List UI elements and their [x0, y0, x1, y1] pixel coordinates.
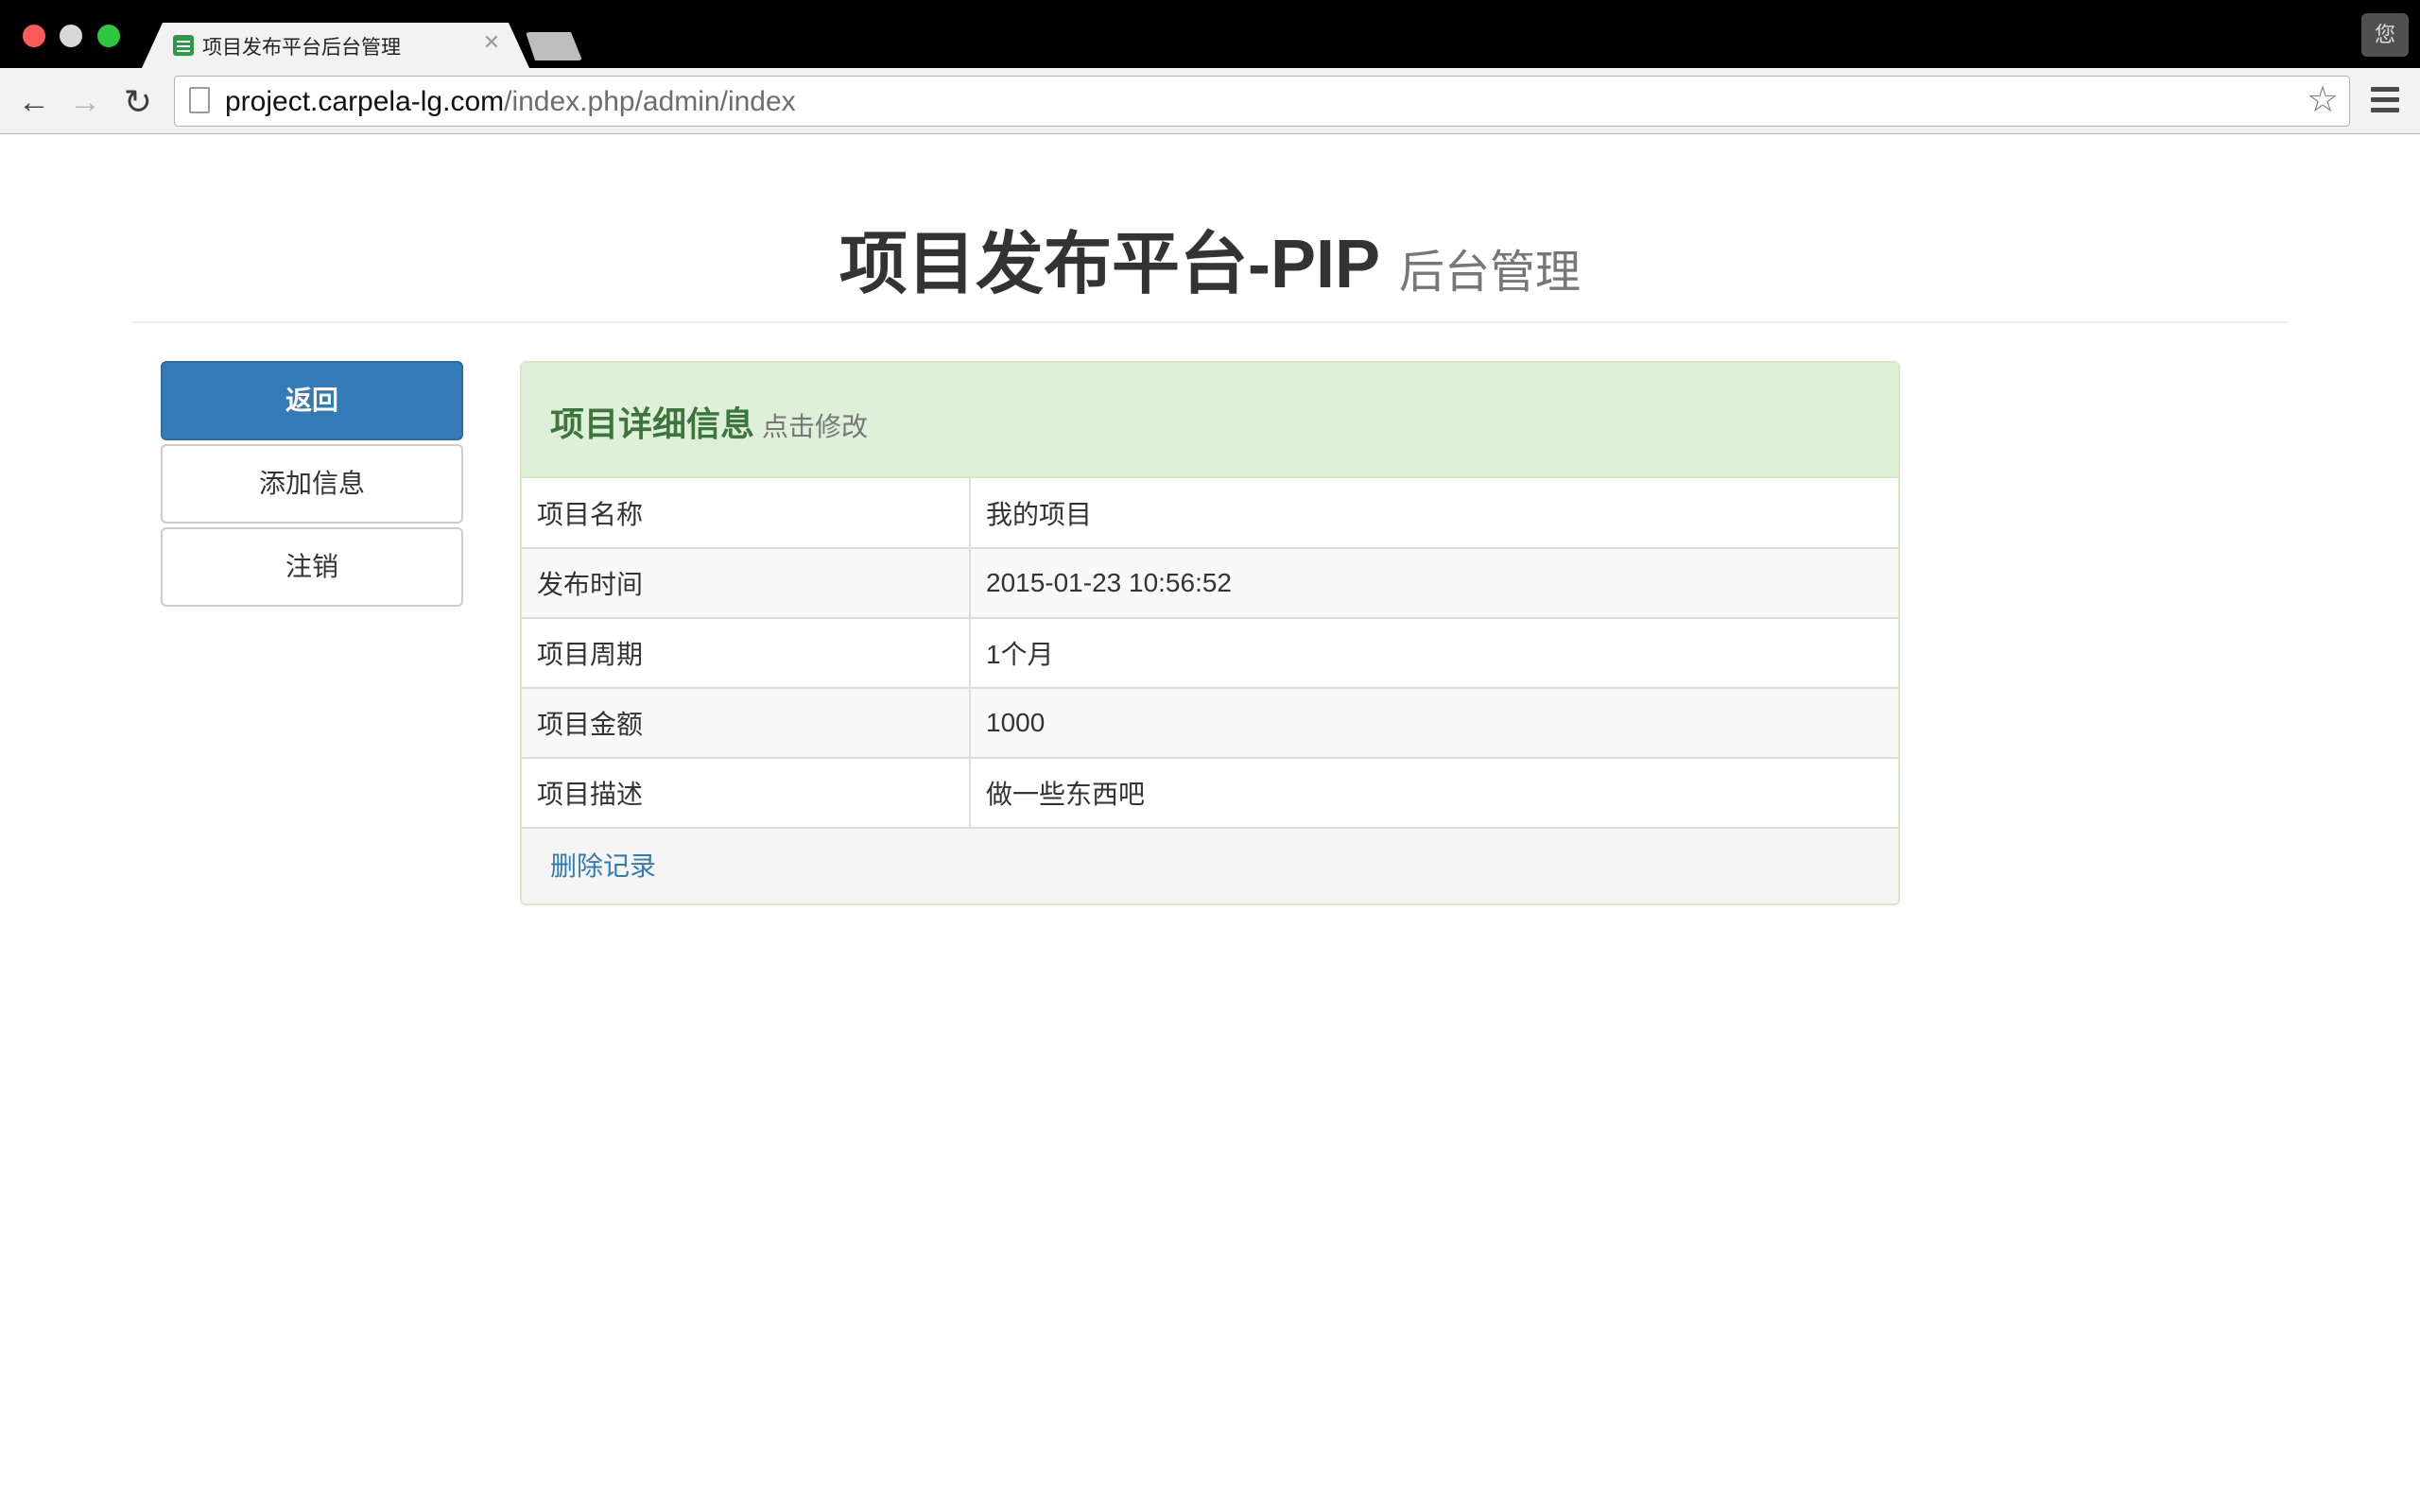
add-info-button[interactable]: 添加信息 [161, 444, 463, 524]
row-key: 项目周期 [522, 618, 971, 689]
tab-title: 项目发布平台后台管理 [202, 37, 401, 59]
delete-record-link[interactable]: 删除记录 [550, 851, 656, 881]
row-key: 项目名称 [522, 478, 971, 549]
list-favicon-icon [173, 35, 194, 56]
back-arrow-icon[interactable]: ← [15, 83, 53, 121]
row-value: 我的项目 [970, 478, 1898, 549]
table-row: 项目周期 1个月 [522, 618, 1898, 689]
table-row: 项目名称 我的项目 [522, 478, 1898, 549]
back-button[interactable]: 返回 [161, 361, 463, 440]
page-header: 项目发布平台-PIP 后台管理 [132, 134, 2288, 323]
bookmark-star-icon[interactable]: ☆ [2307, 79, 2339, 121]
panel-heading[interactable]: 项目详细信息 点击修改 [522, 363, 1898, 478]
page-subtitle: 后台管理 [1399, 248, 1582, 298]
panel-title: 项目详细信息 [550, 404, 755, 443]
window-maximize-button[interactable] [97, 25, 120, 47]
table-row: 项目描述 做一些东西吧 [522, 758, 1898, 829]
window-minimize-button[interactable] [60, 25, 82, 47]
row-key: 项目描述 [522, 758, 971, 829]
page-title-text: 项目发布平台-PIP [838, 227, 1380, 302]
table-row: 发布时间 2015-01-23 10:56:52 [522, 548, 1898, 619]
page-icon [189, 87, 210, 113]
url-text[interactable]: project.carpela-lg.com/index.php/admin/i… [225, 86, 796, 118]
detail-table: 项目名称 我的项目 发布时间 2015-01-23 10:56:52 项目周期 … [522, 478, 1898, 829]
sidebar-nav: 返回 添加信息 注销 [161, 361, 463, 610]
tab-close-icon[interactable]: ✕ [480, 30, 503, 55]
panel-subtitle: 点击修改 [762, 412, 869, 441]
panel-footer: 删除记录 [522, 829, 1898, 903]
url-host: project.carpela-lg.com [225, 86, 505, 117]
row-value: 1个月 [970, 618, 1898, 689]
reload-icon[interactable]: ↻ [119, 83, 157, 121]
project-detail-panel: 项目详细信息 点击修改 项目名称 我的项目 发布时间 2015-01-23 10:… [520, 361, 1900, 905]
row-key: 发布时间 [522, 548, 971, 619]
forward-arrow-icon[interactable]: → [66, 83, 104, 121]
row-value: 2015-01-23 10:56:52 [970, 548, 1898, 619]
browser-menu-icon[interactable] [2371, 87, 2399, 113]
window-close-button[interactable] [23, 25, 45, 47]
row-value: 做一些东西吧 [970, 758, 1898, 829]
row-value: 1000 [970, 688, 1898, 759]
url-path: /index.php/admin/index [504, 86, 796, 117]
page-title: 项目发布平台-PIP 后台管理 [132, 208, 2288, 307]
logout-button[interactable]: 注销 [161, 527, 463, 607]
profile-button[interactable]: 您 [2361, 13, 2409, 57]
row-key: 项目金额 [522, 688, 971, 759]
table-row: 项目金额 1000 [522, 688, 1898, 759]
